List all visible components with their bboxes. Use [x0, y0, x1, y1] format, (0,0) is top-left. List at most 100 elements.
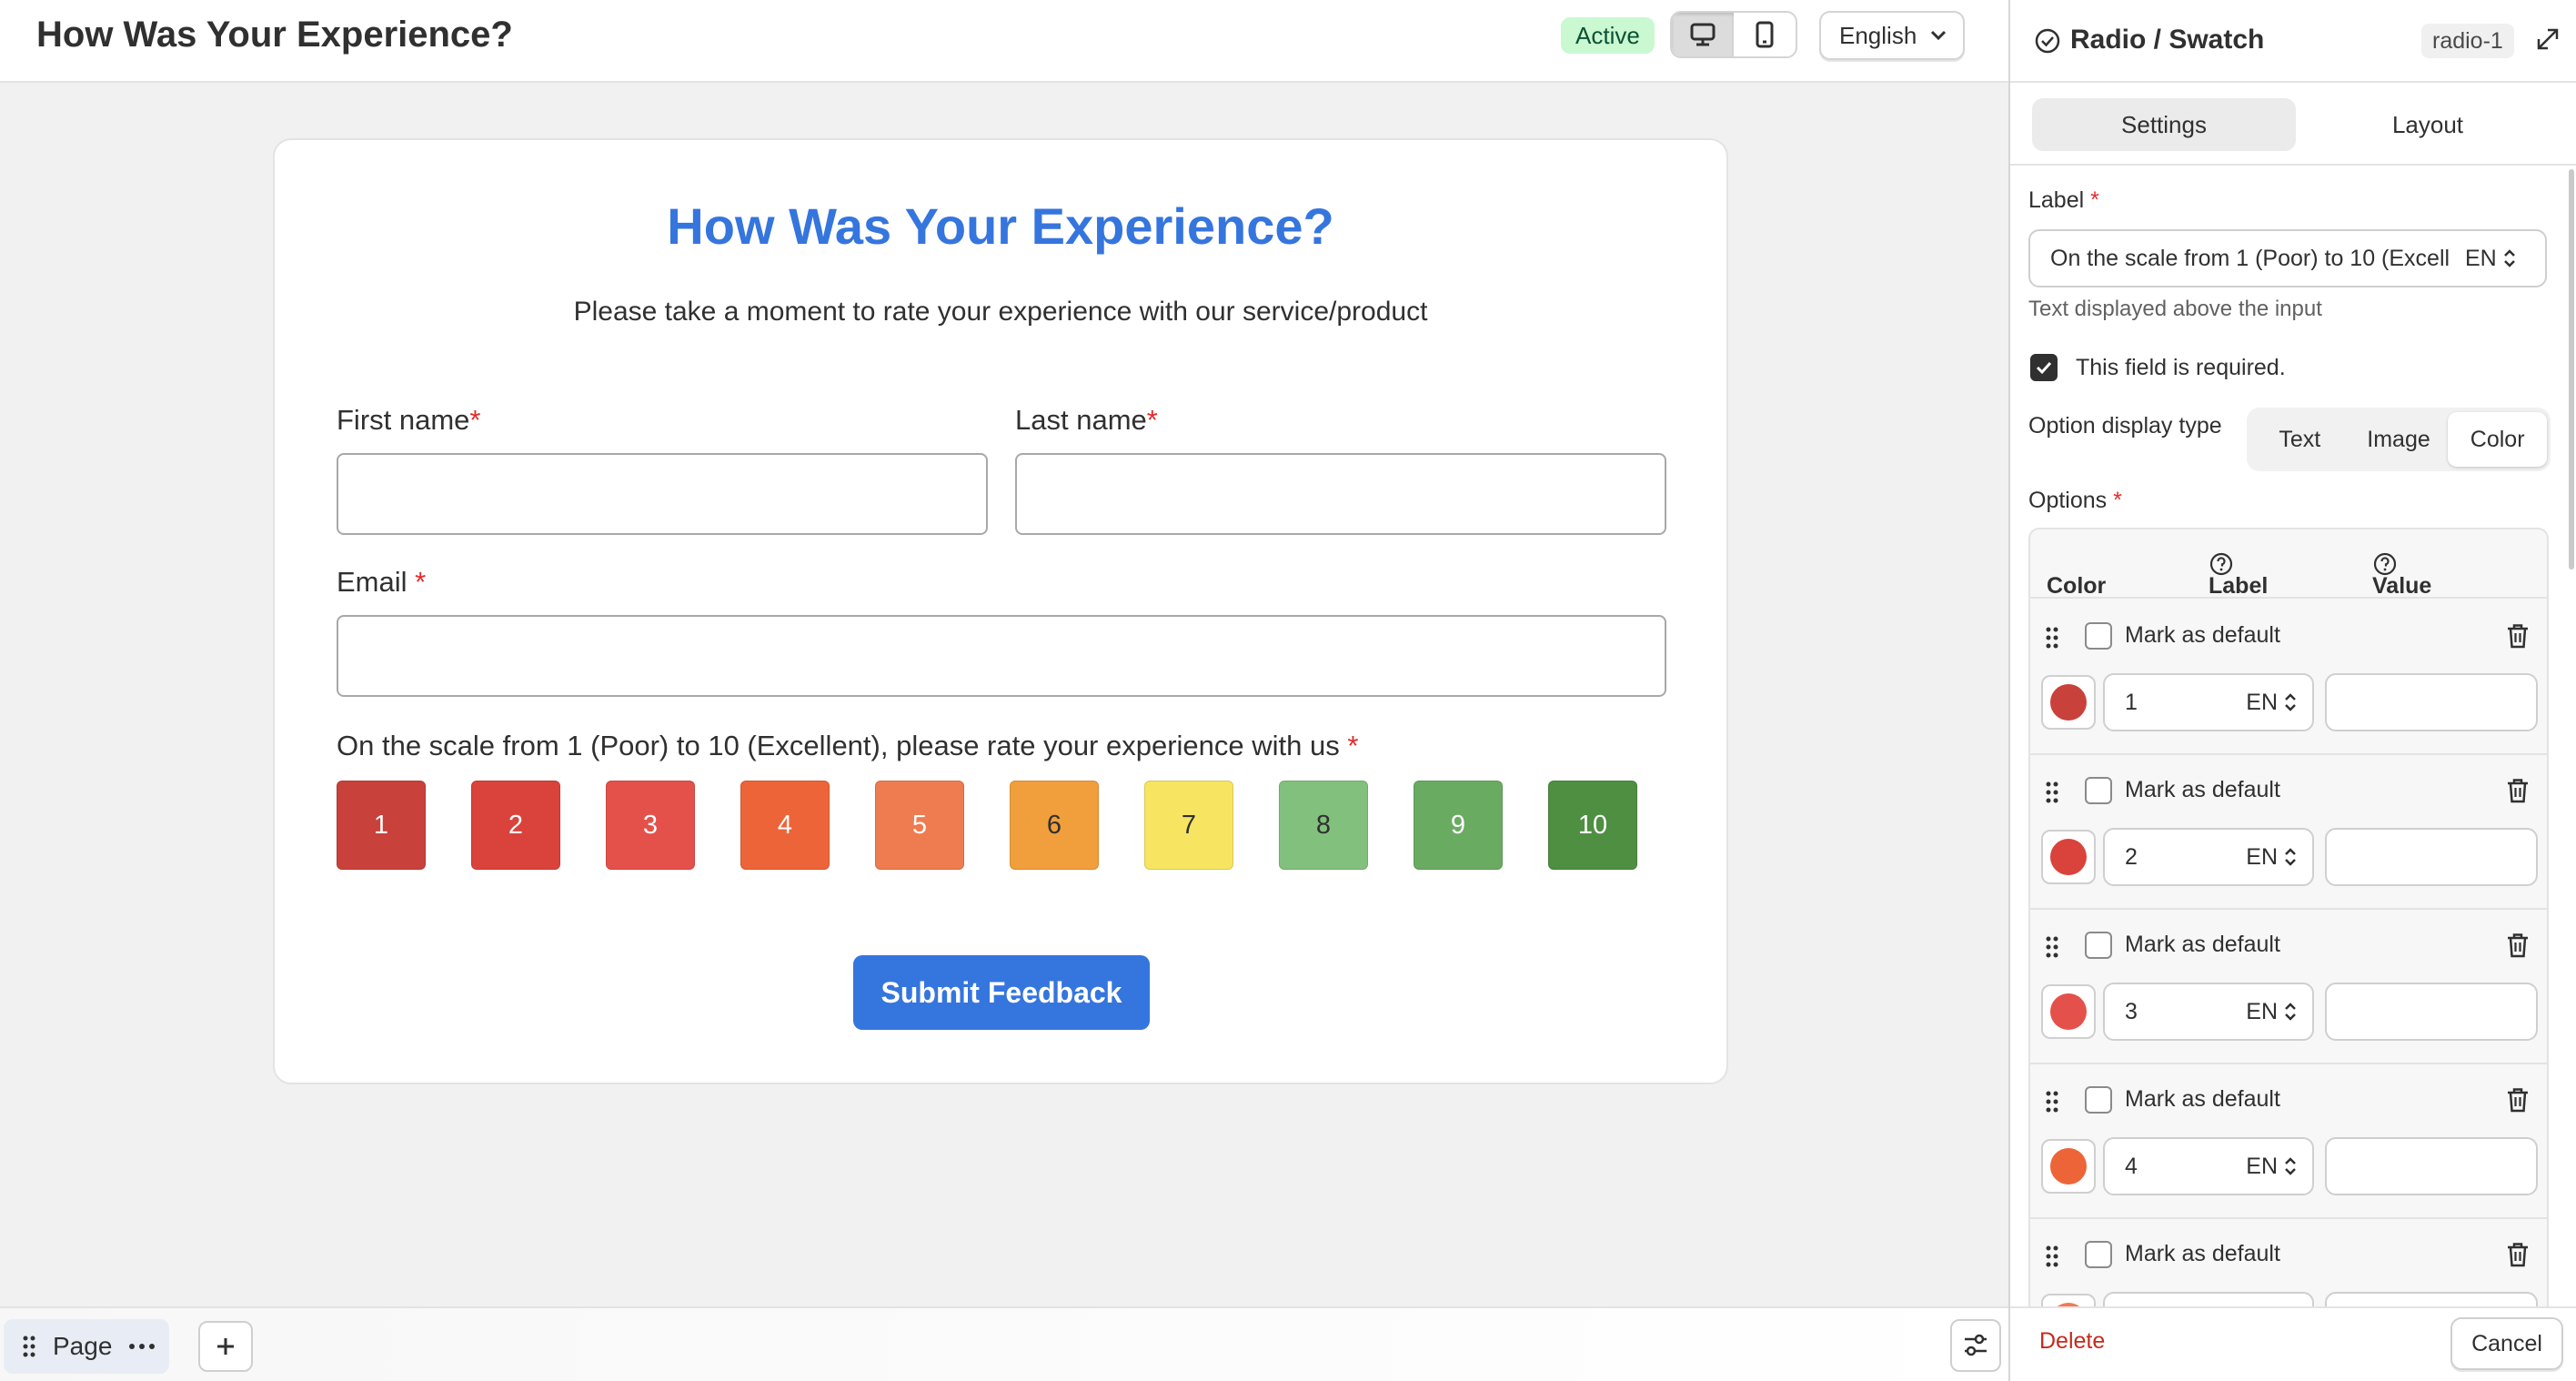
tab-settings[interactable]: Settings [2032, 98, 2296, 151]
sliders-icon [1965, 1334, 1987, 1356]
option-value-input[interactable] [2325, 983, 2538, 1041]
display-type-image[interactable]: Image [2350, 412, 2449, 467]
language-stepper[interactable]: EN [2246, 999, 2298, 1025]
label-help-text: Text displayed above the input [2028, 297, 2322, 321]
option-row-2: Mark as default 2 EN [2030, 755, 2547, 910]
rating-swatch-5[interactable]: 5 [875, 781, 964, 870]
panel-title: Radio / Swatch [2070, 25, 2265, 55]
color-swatch-dot [2050, 684, 2087, 721]
label-input[interactable]: On the scale from 1 (Poor) to 10 (Excell… [2028, 229, 2547, 287]
mobile-view-button[interactable] [1734, 13, 1796, 56]
drag-handle-icon[interactable] [2045, 1245, 2059, 1268]
color-swatch-dot [2050, 993, 2087, 1030]
language-stepper[interactable]: EN [2246, 844, 2298, 871]
color-picker-button[interactable] [2041, 830, 2096, 884]
email-input[interactable] [337, 615, 1666, 697]
trash-icon[interactable] [2505, 777, 2531, 804]
option-lang: EN [2246, 689, 2278, 715]
element-settings-panel: Radio / Swatch radio-1 Settings Layout L… [2008, 0, 2576, 1381]
display-type-label: Option display type [2028, 413, 2222, 438]
mobile-icon [1756, 21, 1774, 48]
element-id-badge: radio-1 [2421, 24, 2514, 58]
language-stepper[interactable]: EN [2246, 1154, 2298, 1180]
option-label-input[interactable]: 1 EN [2103, 673, 2314, 731]
option-label-value: 1 [2125, 689, 2138, 715]
last-name-input[interactable] [1015, 453, 1666, 535]
rating-swatch-8[interactable]: 8 [1279, 781, 1368, 870]
rating-swatch-4[interactable]: 4 [740, 781, 830, 870]
panel-scrollbar[interactable] [2569, 169, 2574, 570]
page-title: How Was Your Experience? [36, 15, 513, 55]
option-label-input[interactable]: 2 EN [2103, 828, 2314, 886]
language-select[interactable]: English [1819, 11, 1965, 60]
rating-swatch-3[interactable]: 3 [606, 781, 695, 870]
mark-default-checkbox[interactable] [2085, 932, 2112, 959]
bottom-bar: Page [0, 1306, 2008, 1381]
rating-swatch-6[interactable]: 6 [1010, 781, 1099, 870]
rating-swatch-7[interactable]: 7 [1144, 781, 1233, 870]
desktop-view-button[interactable] [1672, 13, 1734, 56]
chevron-updown-icon [2285, 693, 2296, 711]
display-type-toggle: Text Image Color [2247, 408, 2551, 471]
options-header: Color Label Value [2030, 529, 2547, 599]
drag-handle-icon[interactable] [2045, 626, 2059, 650]
trash-icon[interactable] [2505, 932, 2531, 959]
color-swatch-dot [2050, 1148, 2087, 1184]
rating-swatch-2[interactable]: 2 [471, 781, 560, 870]
rating-swatch-9[interactable]: 9 [1414, 781, 1503, 870]
mark-default-label: Mark as default [2125, 777, 2280, 802]
mark-default-checkbox[interactable] [2085, 1241, 2112, 1268]
mark-default-checkbox[interactable] [2085, 1086, 2112, 1114]
trash-icon[interactable] [2505, 1241, 2531, 1268]
panel-tabs: Settings Layout [2032, 98, 2560, 151]
chevron-updown-icon [2285, 1003, 2296, 1021]
drag-handle-icon[interactable] [2045, 935, 2059, 959]
option-value-input[interactable] [2325, 673, 2538, 731]
cancel-button[interactable]: Cancel [2450, 1317, 2563, 1370]
rating-swatch-10[interactable]: 10 [1548, 781, 1637, 870]
mark-default-checkbox[interactable] [2085, 622, 2112, 650]
drag-handle-icon[interactable] [2045, 1090, 2059, 1114]
page-label: Page [53, 1332, 113, 1360]
mark-default-label: Mark as default [2125, 932, 2280, 957]
mark-default-checkbox[interactable] [2085, 777, 2112, 804]
mark-default-label: Mark as default [2125, 1086, 2280, 1112]
add-page-button[interactable] [198, 1321, 253, 1372]
form-settings-button[interactable] [1950, 1319, 2001, 1372]
options-table: Color Label Value Mark as default 1 EN M… [2028, 528, 2549, 1381]
tab-layout[interactable]: Layout [2296, 98, 2560, 151]
check-circle-icon [2035, 28, 2060, 54]
color-swatch-dot [2050, 839, 2087, 875]
last-name-label: Last name* [1015, 404, 1158, 436]
option-lang: EN [2246, 843, 2278, 870]
option-label-input[interactable]: 3 EN [2103, 983, 2314, 1041]
language-stepper[interactable]: EN [2465, 246, 2517, 272]
display-type-color[interactable]: Color [2448, 412, 2548, 467]
first-name-input[interactable] [337, 453, 988, 535]
expand-icon[interactable] [2534, 25, 2561, 53]
trash-icon[interactable] [2505, 1086, 2531, 1114]
required-checkbox[interactable] [2030, 354, 2058, 381]
color-picker-button[interactable] [2041, 984, 2096, 1039]
trash-icon[interactable] [2505, 622, 2531, 650]
form-subtitle: Please take a moment to rate your experi… [573, 297, 1428, 327]
option-label-input[interactable]: 4 EN [2103, 1137, 2314, 1195]
option-row-3: Mark as default 3 EN [2030, 910, 2547, 1064]
display-type-text[interactable]: Text [2250, 412, 2350, 467]
rating-swatch-1[interactable]: 1 [337, 781, 426, 870]
column-value: Value [2372, 551, 2431, 599]
color-picker-button[interactable] [2041, 1139, 2096, 1194]
drag-handle-icon[interactable] [2045, 781, 2059, 804]
panel-footer: Delete Cancel [2010, 1306, 2576, 1381]
option-value-input[interactable] [2325, 1137, 2538, 1195]
form-card: How Was Your Experience? Please take a m… [273, 138, 1728, 1084]
option-value-input[interactable] [2325, 828, 2538, 886]
status-badge: Active [1561, 17, 1655, 54]
mark-default-label: Mark as default [2125, 622, 2280, 648]
submit-feedback-button[interactable]: Submit Feedback [853, 955, 1150, 1030]
delete-button[interactable]: Delete [2039, 1328, 2105, 1355]
page-selector[interactable]: Page [4, 1319, 169, 1374]
language-stepper[interactable]: EN [2246, 690, 2298, 716]
more-icon[interactable] [128, 1343, 156, 1350]
color-picker-button[interactable] [2041, 675, 2096, 730]
